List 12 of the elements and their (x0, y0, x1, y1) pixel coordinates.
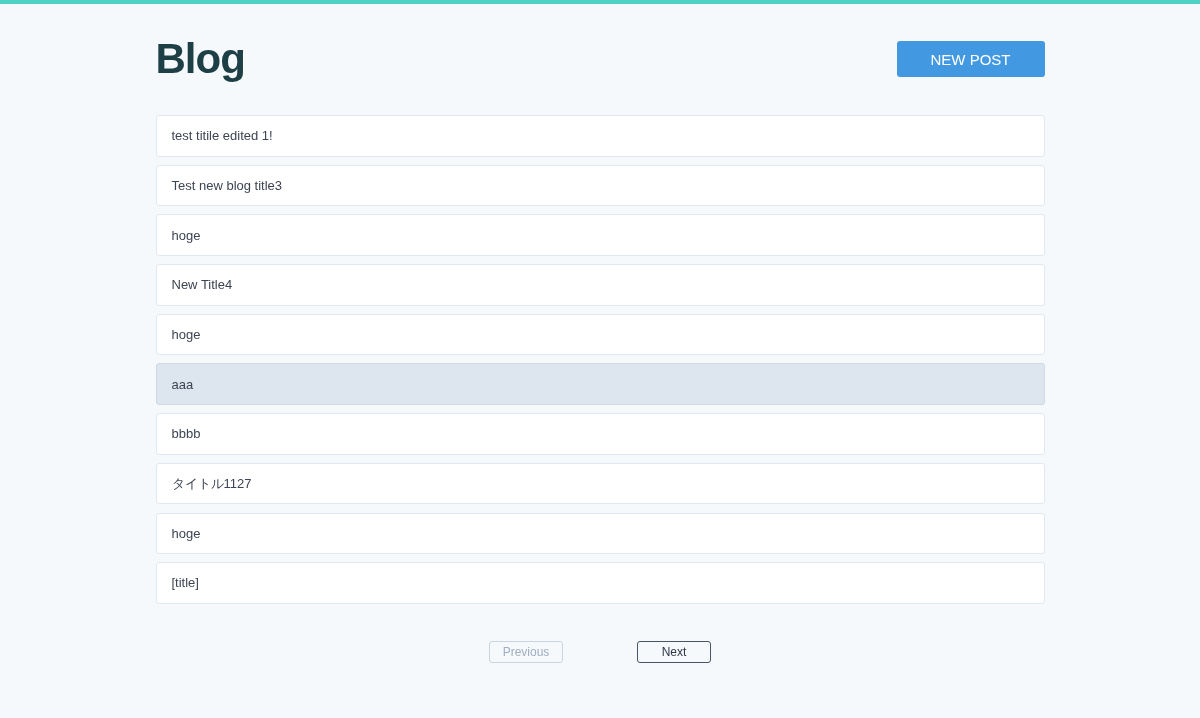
post-list-item[interactable]: タイトル1127 (155, 462, 1045, 505)
post-list-item[interactable]: hoge (155, 313, 1045, 356)
post-list-item-hovered[interactable]: aaa (155, 363, 1045, 405)
post-list-item[interactable]: hoge (155, 214, 1045, 256)
post-list-item[interactable]: Test new blog title3 (155, 164, 1045, 207)
post-list-item[interactable]: bbbb (155, 413, 1045, 455)
page-title: Blog (155, 34, 245, 84)
post-list-item[interactable]: New Title4 (155, 264, 1045, 306)
post-list-item[interactable]: test titile edited 1! (155, 115, 1045, 157)
post-list-item[interactable]: hoge (155, 512, 1045, 554)
next-page-button[interactable]: Next (637, 640, 711, 663)
post-list-item[interactable]: [title] (155, 562, 1045, 604)
